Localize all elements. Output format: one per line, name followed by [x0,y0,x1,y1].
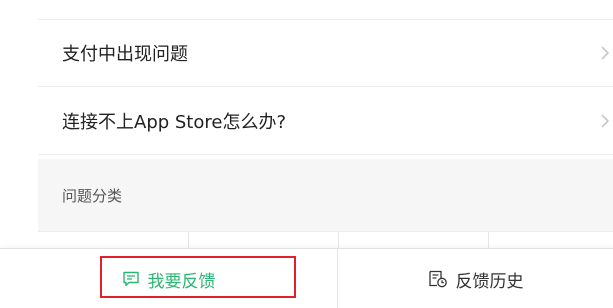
chevron-right-icon [601,113,610,128]
grid-divider [488,232,489,249]
faq-item-app-store-connection[interactable]: 连接不上App Store怎么办? [38,87,613,155]
faq-item-label: 支付中出现问题 [62,44,188,65]
section-header-problem-categories: 问题分类 [38,159,613,231]
section-title: 问题分类 [62,186,123,205]
category-grid [38,231,613,249]
faq-item-payment-issue[interactable]: 支付中出现问题 [38,19,613,87]
chevron-right-icon [601,46,610,60]
grid-divider [188,232,189,249]
history-document-icon [428,270,447,288]
faq-item-label: 连接不上App Store怎么办? [62,111,287,133]
help-center-screen: 支付中出现问题 连接不上App Store怎么办? 问题分类 我要反馈 反馈历史 [0,0,613,308]
feedback-history-button[interactable]: 反馈历史 [338,249,613,308]
bottom-action-bar: 我要反馈 反馈历史 [0,248,613,308]
faq-list: 支付中出现问题 连接不上App Store怎么办? [38,0,613,155]
feedback-history-label: 反馈历史 [455,271,524,292]
grid-divider [338,232,339,249]
highlight-annotation-box [100,256,296,298]
